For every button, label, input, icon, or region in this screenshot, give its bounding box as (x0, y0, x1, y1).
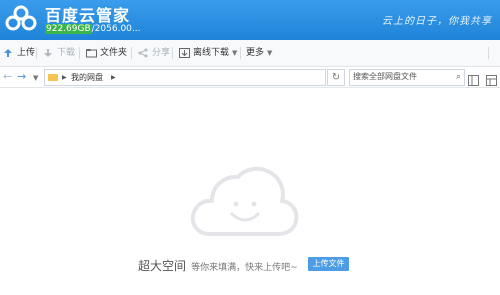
empty-title: 超大空间 (138, 259, 187, 273)
empty-message: 超大空间 等你来填满，快来上传吧~ (138, 256, 298, 274)
offline-download-button[interactable]: 离线下载 ▼ (178, 45, 237, 61)
offline-download-label: 离线下载 (193, 48, 230, 58)
upload-file-button[interactable]: 上传文件 (308, 257, 349, 271)
refresh-icon: ↻ (331, 72, 341, 83)
storage-quota: 922.69GB/2056.00... (45, 23, 140, 35)
list-view-icon[interactable] (468, 71, 480, 86)
chevron-right-icon: ▶ (62, 74, 67, 81)
offline-download-icon (178, 47, 190, 59)
download-label: 下载 (57, 48, 76, 58)
more-button[interactable]: 更多 ▼ (246, 45, 272, 61)
upload-icon (2, 47, 14, 59)
baidu-cloud-logo-icon (4, 4, 38, 36)
chevron-down-icon: ▼ (232, 49, 238, 57)
search-input[interactable] (353, 70, 445, 83)
share-button[interactable]: 分享 (137, 45, 170, 61)
breadcrumb-my-disk[interactable]: 我的网盘 (71, 70, 103, 85)
download-button[interactable]: 下载 (42, 45, 75, 61)
address-bar: ← → ▼ ▶ 我的网盘 ▶ ↻ ⌕ (0, 67, 500, 88)
history-dropdown-icon[interactable]: ▼ (33, 71, 38, 85)
grid-view-icon[interactable] (486, 71, 498, 86)
slogan: 云上的日子，你我共享 (382, 16, 492, 27)
toolbar-divider (79, 47, 80, 59)
toolbar: 上传 下载 文件夹 分享 离线下载 ▼ 更多 ▼ (0, 40, 500, 67)
new-folder-button[interactable]: 文件夹 (85, 45, 127, 61)
refresh-button[interactable]: ↻ (327, 69, 345, 86)
toolbar-divider (36, 47, 37, 59)
upload-button[interactable]: 上传 (2, 45, 35, 61)
smiling-cloud-icon (188, 164, 300, 238)
chevron-down-icon: ▼ (267, 49, 273, 57)
back-arrow-icon[interactable]: ← (3, 70, 12, 84)
quota-total: /2056.00... (91, 24, 141, 34)
more-label: 更多 (246, 48, 265, 58)
chevron-right-icon: ▶ (111, 74, 116, 81)
folder-icon (48, 74, 58, 81)
share-label: 分享 (152, 48, 171, 58)
search-field[interactable]: ⌕ (349, 69, 465, 86)
empty-subtitle: 等你来填满，快来上传吧~ (191, 263, 298, 273)
share-icon (137, 47, 149, 59)
toolbar-divider (131, 47, 132, 59)
upload-label: 上传 (17, 48, 36, 58)
toolbar-divider (240, 47, 241, 59)
path-breadcrumb[interactable]: ▶ 我的网盘 ▶ (44, 69, 326, 86)
toolbar-divider (488, 47, 489, 59)
title-bar: 百度云管家 922.69GB/2056.00... 云上的日子，你我共享 (0, 0, 500, 40)
forward-arrow-icon[interactable]: → (17, 70, 26, 84)
folder-plus-icon (85, 47, 97, 59)
search-icon[interactable]: ⌕ (456, 70, 461, 85)
download-icon (42, 47, 54, 59)
toolbar-divider (172, 47, 173, 59)
quota-used: 922.69GB (45, 24, 92, 34)
new-folder-label: 文件夹 (100, 48, 128, 58)
